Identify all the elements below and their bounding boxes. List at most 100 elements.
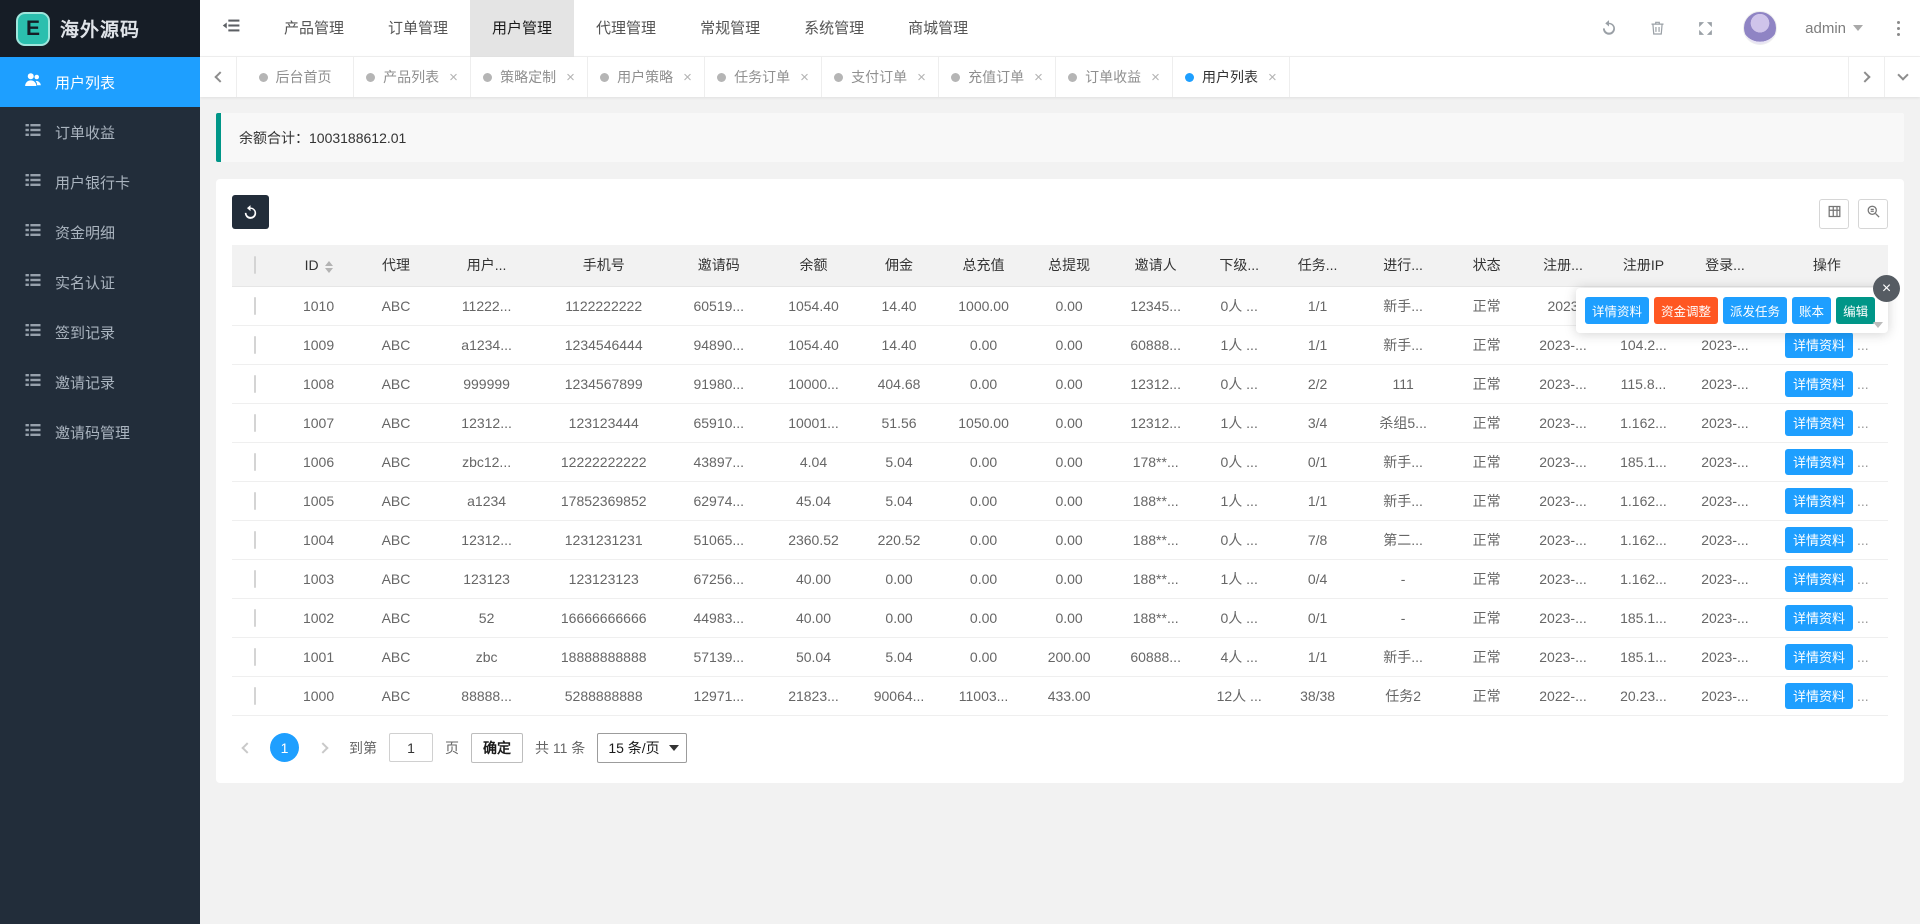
user-menu[interactable]: admin xyxy=(1805,20,1863,37)
column-header-任务...[interactable]: 任务... xyxy=(1279,245,1356,286)
row-checkbox[interactable] xyxy=(254,570,256,588)
sort-icon[interactable] xyxy=(325,261,333,273)
select-all-checkbox[interactable] xyxy=(254,256,256,274)
column-header-总提现[interactable]: 总提现 xyxy=(1026,245,1112,286)
tab-close-icon[interactable]: × xyxy=(917,70,926,85)
column-header-余额[interactable]: 余额 xyxy=(770,245,858,286)
popup-button-详情资料[interactable]: 详情资料 xyxy=(1585,297,1649,324)
tab-close-icon[interactable]: × xyxy=(683,70,692,85)
column-header-操作[interactable]: 操作 xyxy=(1766,245,1888,286)
sidebar-item-邀请记录[interactable]: 邀请记录 xyxy=(0,357,200,407)
tabs-menu-button[interactable] xyxy=(1884,57,1920,97)
column-header-下级...[interactable]: 下级... xyxy=(1199,245,1278,286)
tab-close-icon[interactable]: × xyxy=(1268,70,1277,85)
column-header-邀请码[interactable]: 邀请码 xyxy=(668,245,770,286)
popup-button-资金调整[interactable]: 资金调整 xyxy=(1654,297,1718,324)
collapse-menu-button[interactable] xyxy=(200,0,262,57)
page-number-button[interactable]: 1 xyxy=(270,733,299,762)
row-checkbox[interactable] xyxy=(254,687,256,705)
tab-close-icon[interactable]: × xyxy=(1151,70,1160,85)
page-size-select[interactable]: 15 条/页 xyxy=(597,733,687,763)
refresh-icon[interactable] xyxy=(1599,18,1619,38)
column-header-注册...[interactable]: 注册... xyxy=(1523,245,1602,286)
table-search-button[interactable] xyxy=(1858,199,1888,229)
row-actions-cell: 详情资料... xyxy=(1766,364,1888,403)
details-button[interactable]: 详情资料 xyxy=(1785,644,1853,670)
details-button[interactable]: 详情资料 xyxy=(1785,449,1853,475)
sidebar-item-订单收益[interactable]: 订单收益 xyxy=(0,107,200,157)
sidebar-item-用户列表[interactable]: 用户列表 xyxy=(0,57,200,107)
row-checkbox[interactable] xyxy=(254,297,256,315)
sidebar-item-资金明细[interactable]: 资金明细 xyxy=(0,207,200,257)
tab-充值订单[interactable]: 充值订单× xyxy=(938,57,1055,97)
popup-button-账本[interactable]: 账本 xyxy=(1792,297,1831,324)
column-header-登录...[interactable]: 登录... xyxy=(1684,245,1765,286)
details-button[interactable]: 详情资料 xyxy=(1785,605,1853,631)
fullscreen-icon[interactable] xyxy=(1695,18,1715,38)
topnav-item-订单管理[interactable]: 订单管理 xyxy=(366,0,470,57)
details-button[interactable]: 详情资料 xyxy=(1785,527,1853,553)
topnav-item-代理管理[interactable]: 代理管理 xyxy=(574,0,678,57)
sidebar-item-签到记录[interactable]: 签到记录 xyxy=(0,307,200,357)
chevron-left-icon xyxy=(214,71,225,82)
popup-button-派发任务[interactable]: 派发任务 xyxy=(1723,297,1787,324)
details-button[interactable]: 详情资料 xyxy=(1785,488,1853,514)
column-header-进行...[interactable]: 进行... xyxy=(1356,245,1450,286)
column-header-邀请人[interactable]: 邀请人 xyxy=(1112,245,1200,286)
trash-icon[interactable] xyxy=(1647,18,1667,38)
row-checkbox[interactable] xyxy=(254,531,256,549)
tab-任务订单[interactable]: 任务订单× xyxy=(704,57,821,97)
confirm-page-button[interactable]: 确定 xyxy=(471,733,523,763)
row-checkbox[interactable] xyxy=(254,609,256,627)
tab-策略定制[interactable]: 策略定制× xyxy=(470,57,587,97)
popup-button-编辑[interactable]: 编辑 xyxy=(1836,297,1875,324)
tab-用户策略[interactable]: 用户策略× xyxy=(587,57,704,97)
column-settings-button[interactable] xyxy=(1819,199,1849,229)
tab-产品列表[interactable]: 产品列表× xyxy=(353,57,470,97)
tab-close-icon[interactable]: × xyxy=(800,70,809,85)
row-checkbox[interactable] xyxy=(254,414,256,432)
sidebar-item-实名认证[interactable]: 实名认证 xyxy=(0,257,200,307)
next-page-button[interactable] xyxy=(311,735,337,761)
tab-后台首页[interactable]: 后台首页 xyxy=(236,57,353,97)
details-button[interactable]: 详情资料 xyxy=(1785,566,1853,592)
goto-page-input[interactable] xyxy=(389,733,433,762)
row-checkbox[interactable] xyxy=(254,492,256,510)
row-checkbox[interactable] xyxy=(254,648,256,666)
tabs-scroll-right-button[interactable] xyxy=(1848,57,1884,97)
topnav-item-系统管理[interactable]: 系统管理 xyxy=(782,0,886,57)
popup-close-icon[interactable]: × xyxy=(1873,275,1900,302)
prev-page-button[interactable] xyxy=(232,735,258,761)
avatar[interactable] xyxy=(1743,11,1777,45)
tab-close-icon[interactable]: × xyxy=(449,70,458,85)
topnav-item-产品管理[interactable]: 产品管理 xyxy=(262,0,366,57)
details-button[interactable]: 详情资料 xyxy=(1785,371,1853,397)
column-header-代理[interactable]: 代理 xyxy=(358,245,433,286)
details-button[interactable]: 详情资料 xyxy=(1785,410,1853,436)
column-header-ID[interactable]: ID xyxy=(279,245,358,286)
column-header-佣金[interactable]: 佣金 xyxy=(857,245,941,286)
column-header-状态[interactable]: 状态 xyxy=(1450,245,1523,286)
details-button[interactable]: 详情资料 xyxy=(1785,683,1853,709)
topnav-item-商城管理[interactable]: 商城管理 xyxy=(886,0,990,57)
column-header-注册IP[interactable]: 注册IP xyxy=(1603,245,1684,286)
more-dots-icon[interactable] xyxy=(1891,19,1906,38)
column-header-总充值[interactable]: 总充值 xyxy=(941,245,1027,286)
sidebar-item-用户银行卡[interactable]: 用户银行卡 xyxy=(0,157,200,207)
topnav-item-常规管理[interactable]: 常规管理 xyxy=(678,0,782,57)
details-button[interactable]: 详情资料 xyxy=(1785,332,1853,358)
row-checkbox[interactable] xyxy=(254,375,256,393)
row-checkbox[interactable] xyxy=(254,453,256,471)
sidebar-item-邀请码管理[interactable]: 邀请码管理 xyxy=(0,407,200,457)
tab-订单收益[interactable]: 订单收益× xyxy=(1055,57,1172,97)
table-refresh-button[interactable] xyxy=(232,195,269,229)
tab-用户列表[interactable]: 用户列表× xyxy=(1172,57,1290,97)
tabs-scroll-left-button[interactable] xyxy=(200,57,236,97)
column-header-用户...[interactable]: 用户... xyxy=(434,245,540,286)
topnav-item-用户管理[interactable]: 用户管理 xyxy=(470,0,574,57)
tab-close-icon[interactable]: × xyxy=(1034,70,1043,85)
tab-close-icon[interactable]: × xyxy=(566,70,575,85)
row-checkbox[interactable] xyxy=(254,336,256,354)
tab-支付订单[interactable]: 支付订单× xyxy=(821,57,938,97)
column-header-手机号[interactable]: 手机号 xyxy=(540,245,668,286)
